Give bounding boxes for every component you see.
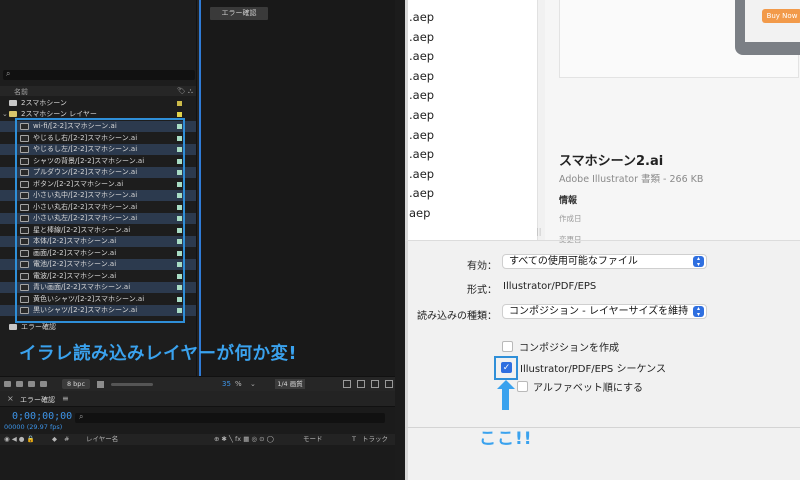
thumbnail-slider[interactable] [111,383,153,386]
resolution-select[interactable]: 1/4 画質 [275,379,305,389]
number-icon: # [64,435,70,443]
file-list-item[interactable]: aep [409,206,430,220]
annotation-text: ここ!! [479,429,533,449]
tab-error-check[interactable]: エラー確認 [20,395,55,405]
alphabetical-label: アルファベット順にする [533,383,643,394]
composition-icon [9,324,17,330]
created-label: 作成日 [559,214,582,223]
selected-file-kind: Adobe Illustrator 書類 - 266 KB [559,174,704,185]
dialog-bottom-separator [405,427,800,428]
label-color-swatch[interactable] [177,101,182,106]
switches-icon: ⊕ ✱ ╲ fx ▦ ◎ ⊙ ◯ [214,435,274,443]
timeline-tab-bar: × エラー確認 ≡ [0,392,395,407]
sequence-label: Illustrator/PDF/EPS シーケンス [520,364,666,375]
zoom-unit: % [235,380,242,388]
file-list-item[interactable]: .aep [409,30,434,44]
select-stepper-icon: ▴ ▾ [693,306,704,317]
grid-icon[interactable] [357,380,365,388]
section-separator [405,240,800,241]
mask-icon[interactable] [371,380,379,388]
create-composition-checkbox[interactable] [502,341,513,352]
search-icon: ⌕ [6,69,11,78]
file-list-item[interactable]: .aep [409,128,434,142]
bit-depth-button[interactable]: 8 bpc [62,379,90,389]
column-layer-name: レイヤー名 [86,435,119,443]
current-timecode[interactable]: 0;00;00;00 [12,411,72,422]
format-label: 形式： [467,285,497,296]
new-folder-icon[interactable] [16,381,23,387]
interpret-footage-icon[interactable] [4,381,11,387]
column-mode: モード [303,435,323,443]
timeline-search-input[interactable]: ⌕ [75,412,385,423]
project-item-comp[interactable]: 2スマホシーン [0,98,196,109]
label-icon: ◆ [52,435,57,443]
file-list-item[interactable]: .aep [409,10,434,24]
import-type-select-value: コンポジション - レイヤーサイズを維持 [509,306,689,317]
label-color-swatch[interactable] [177,112,182,117]
project-column-header: 名前 🏷 ⛬ [0,86,196,96]
buy-now-thumbnail: Buy Now [762,9,800,23]
enable-label: 有効： [467,261,497,272]
selected-file-name: スマホシーン2.ai [559,154,664,169]
menu-icon[interactable]: ≡ [62,394,69,403]
region-icon[interactable] [385,380,393,388]
highlight-frame [15,118,185,323]
panel-focus-edge [199,0,201,390]
file-list-item[interactable]: .aep [409,108,434,122]
column-t: T [352,435,356,443]
enable-select[interactable]: すべての使用可能なファイル ▴ ▾ [502,254,707,269]
select-stepper-icon: ▴ ▾ [693,256,704,267]
tag-icon: 🏷 [177,87,186,95]
av-switches-icon: ◉ ◀ ● 🔒 [4,435,35,443]
column-separator [537,0,538,240]
folder-icon [9,111,17,117]
column-name-label: 名前 [14,88,28,96]
project-panel: ⌕ 名前 🏷 ⛬ 2スマホシーン ⌄ 2スマホシーン レイヤー wi-fi/[2… [0,0,197,390]
file-list-item[interactable]: .aep [409,167,434,181]
close-icon[interactable]: × [7,394,14,403]
project-item-error-comp[interactable]: エラー確認 [0,322,196,333]
file-list-item[interactable]: .aep [409,88,434,102]
alphabetical-checkbox[interactable] [517,381,528,392]
chevron-down-icon[interactable]: ⌄ [250,378,256,390]
frame-rate-readout: 00000 (29.97 fps) [4,423,63,431]
project-item-label: 2スマホシーン [21,99,67,107]
annotation-arrow [502,386,509,410]
file-list-item[interactable]: .aep [409,186,434,200]
column-track-matte: トラック [362,435,388,443]
hierarchy-icon: ⛬ [188,87,193,95]
create-composition-label: コンポジションを作成 [519,343,619,354]
annotation-caption: イラレ読み込みレイヤーが何か変! [19,344,297,364]
search-icon: ⌕ [79,412,84,421]
enable-select-value: すべての使用可能なファイル [509,256,638,267]
project-item-label: エラー確認 [21,323,56,331]
import-file-dialog: .aep .aep .aep .aep .aep .aep .aep .aep .aep .aep… [405,0,800,480]
column-resize-handle[interactable]: || [536,227,541,236]
import-type-label: 読み込みの種類： [417,311,497,322]
trash-icon[interactable] [97,381,104,388]
file-list-item[interactable]: .aep [409,147,434,161]
timeline-column-header: ◉ ◀ ● 🔒 ◆ # レイヤー名 ⊕ ✱ ╲ fx ▦ ◎ ⊙ ◯ モード T… [0,434,395,445]
import-type-select[interactable]: コンポジション - レイヤーサイズを維持 ▴ ▾ [502,304,707,319]
project-search-input[interactable]: ⌕ [3,69,195,80]
project-settings-icon[interactable] [40,381,47,387]
after-effects-window: ⌕ 名前 🏷 ⛬ 2スマホシーン ⌄ 2スマホシーン レイヤー wi-fi/[2… [0,0,395,480]
new-composition-icon[interactable] [28,381,35,387]
info-heading: 情報 [559,196,578,206]
error-check-button[interactable]: エラー確認 [210,7,268,20]
composition-panel [199,0,395,390]
file-list-item[interactable]: .aep [409,49,434,63]
snapshot-icon[interactable] [343,380,351,388]
file-browser-column: .aep .aep .aep .aep .aep .aep .aep .aep .aep .aep… [408,0,538,240]
chevron-down-icon[interactable]: ⌄ [2,109,8,120]
file-list-item[interactable]: .aep [409,69,434,83]
highlight-frame [494,356,518,380]
composition-icon [9,100,17,106]
panel-bottom-toolbar: 8 bpc 35 % ⌄ 1/4 画質 [0,376,395,391]
timeline-panel: × エラー確認 ≡ 0;00;00;00 00000 (29.97 fps) ⌕… [0,392,395,480]
format-value: Illustrator/PDF/EPS [503,281,597,292]
zoom-level[interactable]: 35 [222,378,231,390]
